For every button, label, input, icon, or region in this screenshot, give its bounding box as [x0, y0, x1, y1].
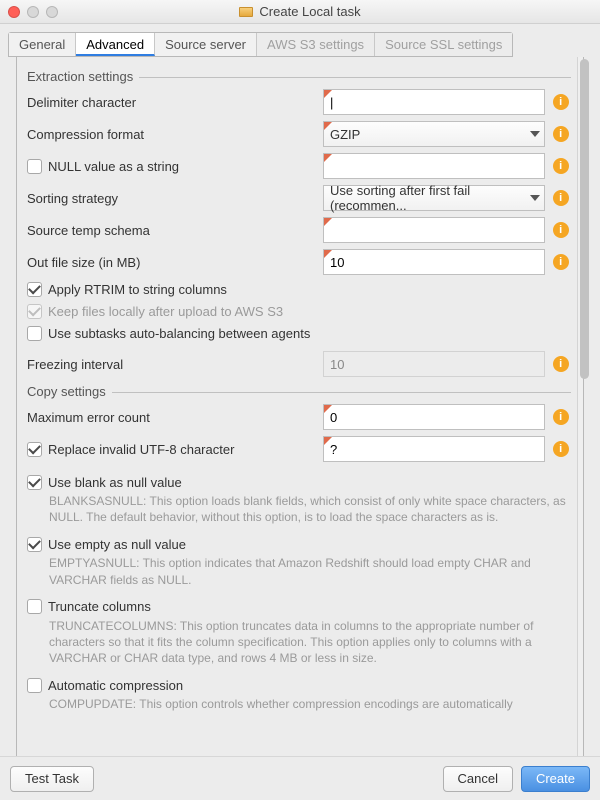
info-icon[interactable]: i: [553, 254, 569, 270]
info-icon[interactable]: i: [553, 409, 569, 425]
tab-source-server[interactable]: Source server: [155, 33, 257, 56]
freeze-label: Freezing interval: [27, 357, 317, 372]
group-copy-title: Copy settings: [27, 384, 112, 399]
delimiter-label: Delimiter character: [27, 95, 317, 110]
autobalance-label: Use subtasks auto-balancing between agen…: [48, 326, 310, 341]
window-zoom-button[interactable]: [46, 6, 58, 18]
tab-aws-s3: AWS S3 settings: [257, 33, 375, 56]
window-title: Create Local task: [259, 4, 360, 19]
null-string-label: NULL value as a string: [48, 159, 179, 174]
cancel-button[interactable]: Cancel: [443, 766, 513, 792]
sorting-value: Use sorting after first fail (recommen..…: [330, 183, 524, 213]
window-minimize-button[interactable]: [27, 6, 39, 18]
out-file-label: Out file size (in MB): [27, 255, 317, 270]
auto-comp-desc: COMPUPDATE: This option controls whether…: [49, 696, 571, 712]
delimiter-input[interactable]: [323, 89, 545, 115]
out-file-input[interactable]: [323, 249, 545, 275]
compression-value: GZIP: [330, 127, 360, 142]
sorting-select[interactable]: Use sorting after first fail (recommen..…: [323, 185, 545, 211]
info-icon[interactable]: i: [553, 441, 569, 457]
tab-general[interactable]: General: [9, 33, 76, 56]
dialog-footer: Test Task Cancel Create: [0, 756, 600, 800]
box-icon: [239, 7, 253, 17]
max-err-label: Maximum error count: [27, 410, 317, 425]
group-extraction-title: Extraction settings: [27, 69, 139, 84]
compression-select[interactable]: GZIP: [323, 121, 545, 147]
info-icon[interactable]: i: [553, 190, 569, 206]
replace-utf-checkbox[interactable]: [27, 442, 42, 457]
empty-null-label: Use empty as null value: [48, 537, 186, 552]
rtrim-label: Apply RTRIM to string columns: [48, 282, 227, 297]
auto-comp-checkbox[interactable]: [27, 678, 42, 693]
freeze-input: [323, 351, 545, 377]
replace-utf-input[interactable]: [323, 436, 545, 462]
blank-null-label: Use blank as null value: [48, 475, 182, 490]
empty-null-desc: EMPTYASNULL: This option indicates that …: [49, 555, 571, 587]
window-close-button[interactable]: [8, 6, 20, 18]
replace-utf-label: Replace invalid UTF-8 character: [48, 442, 234, 457]
truncate-label: Truncate columns: [48, 599, 151, 614]
scrollbar-thumb[interactable]: [580, 59, 589, 379]
keep-local-checkbox[interactable]: [27, 304, 42, 319]
info-icon[interactable]: i: [553, 94, 569, 110]
temp-schema-label: Source temp schema: [27, 223, 317, 238]
truncate-checkbox[interactable]: [27, 599, 42, 614]
empty-null-checkbox[interactable]: [27, 537, 42, 552]
tab-bar: General Advanced Source server AWS S3 se…: [8, 32, 513, 57]
group-copy: Copy settings Maximum error count i Repl…: [27, 392, 571, 713]
compression-label: Compression format: [27, 127, 317, 142]
tab-advanced[interactable]: Advanced: [76, 33, 155, 56]
null-string-checkbox[interactable]: [27, 159, 42, 174]
info-icon[interactable]: i: [553, 126, 569, 142]
info-icon[interactable]: i: [553, 222, 569, 238]
keep-local-label: Keep files locally after upload to AWS S…: [48, 304, 283, 319]
rtrim-checkbox[interactable]: [27, 282, 42, 297]
info-icon[interactable]: i: [553, 158, 569, 174]
autobalance-checkbox[interactable]: [27, 326, 42, 341]
blank-null-desc: BLANKSASNULL: This option loads blank fi…: [49, 493, 571, 525]
null-string-input[interactable]: [323, 153, 545, 179]
create-button[interactable]: Create: [521, 766, 590, 792]
sorting-label: Sorting strategy: [27, 191, 317, 206]
blank-null-checkbox[interactable]: [27, 475, 42, 490]
chevron-down-icon: [530, 131, 540, 137]
temp-schema-input[interactable]: [323, 217, 545, 243]
info-icon[interactable]: i: [553, 356, 569, 372]
tab-source-ssl: Source SSL settings: [375, 33, 512, 56]
max-err-input[interactable]: [323, 404, 545, 430]
test-task-button[interactable]: Test Task: [10, 766, 94, 792]
chevron-down-icon: [530, 195, 540, 201]
group-extraction: Extraction settings Delimiter character …: [27, 77, 571, 380]
scrollbar[interactable]: [577, 57, 583, 768]
truncate-desc: TRUNCATECOLUMNS: This option truncates d…: [49, 618, 571, 667]
auto-comp-label: Automatic compression: [48, 678, 183, 693]
